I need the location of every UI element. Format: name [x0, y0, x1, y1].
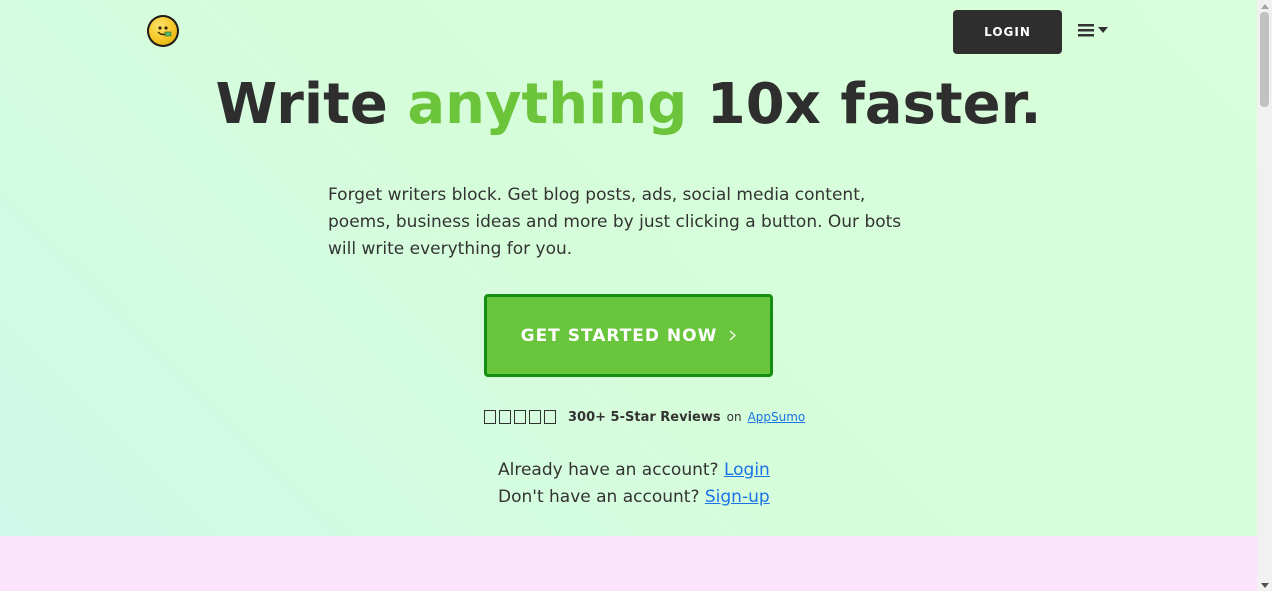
scroll-up-icon[interactable]	[1257, 0, 1272, 12]
signup-line: Don't have an account? Sign-up	[498, 484, 770, 511]
headline-accent: anything	[407, 72, 688, 137]
reviews-on-text: on	[726, 410, 742, 424]
no-account-text: Don't have an account?	[498, 487, 700, 507]
star-icon	[529, 410, 541, 424]
login-line: Already have an account? Login	[498, 457, 770, 484]
appsumo-link[interactable]: AppSumo	[748, 410, 806, 424]
star-icon	[544, 410, 556, 424]
scroll-down-icon[interactable]	[1257, 579, 1272, 591]
chevron-right-icon	[729, 330, 737, 341]
login-link[interactable]: Login	[724, 460, 770, 480]
page-scrollbar[interactable]	[1257, 0, 1272, 591]
star-icon	[514, 410, 526, 424]
next-section	[0, 536, 1257, 591]
logo-icon[interactable]	[147, 15, 179, 47]
star-icon	[499, 410, 511, 424]
login-button[interactable]: LOGIN	[953, 10, 1062, 54]
get-started-button[interactable]: GET STARTED NOW	[484, 294, 773, 377]
headline-post: 10x faster.	[687, 72, 1042, 137]
reviews-count: 300+ 5-Star Reviews	[568, 409, 721, 425]
headline-pre: Write	[215, 72, 408, 137]
hero-description: Forget writers block. Get blog posts, ad…	[328, 185, 902, 259]
menu-toggle[interactable]	[1078, 20, 1112, 40]
money-face-icon	[157, 26, 172, 37]
star-icon	[484, 410, 496, 424]
get-started-label: GET STARTED NOW	[520, 325, 718, 346]
page-title: Write anything 10x faster.	[0, 72, 1257, 137]
star-rating	[484, 410, 556, 424]
signup-link[interactable]: Sign-up	[705, 487, 770, 507]
reviews-line: 300+ 5-Star Reviews on AppSumo	[484, 407, 805, 427]
have-account-text: Already have an account?	[498, 460, 719, 480]
account-links: Already have an account? Login Don't hav…	[498, 457, 770, 511]
scrollbar-thumb[interactable]	[1260, 12, 1269, 107]
caret-down-icon	[1098, 27, 1108, 33]
hamburger-icon	[1078, 24, 1094, 37]
